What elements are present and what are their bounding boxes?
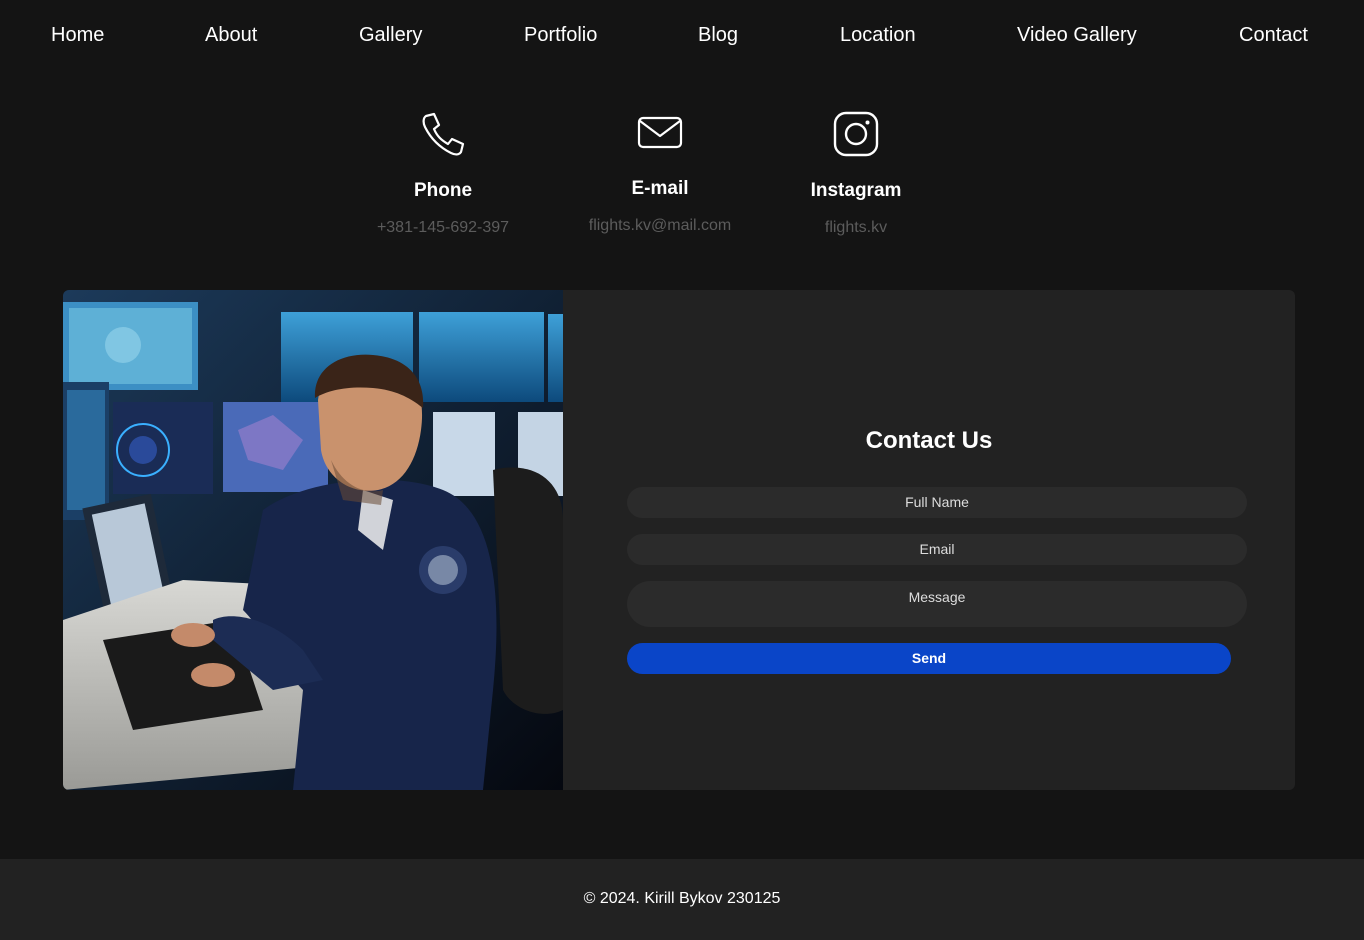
- nav-link-home[interactable]: Home: [51, 23, 104, 47]
- contact-panel: Contact Us Send: [63, 290, 1295, 790]
- nav-link-gallery[interactable]: Gallery: [359, 23, 422, 47]
- send-button[interactable]: Send: [627, 643, 1231, 674]
- nav-link-blog[interactable]: Blog: [698, 23, 738, 47]
- instagram-value: flights.kv: [824, 219, 888, 236]
- envelope-icon: [637, 116, 683, 149]
- footer: © 2024. Kirill Bykov 230125: [0, 859, 1364, 940]
- nav-link-video-gallery[interactable]: Video Gallery: [1017, 23, 1137, 47]
- footer-copyright: © 2024. Kirill Bykov 230125: [583, 890, 781, 907]
- top-nav: Home About Gallery Portfolio Blog Locati…: [0, 0, 1364, 70]
- message-textarea[interactable]: [627, 581, 1247, 627]
- nav-link-contact[interactable]: Contact: [1239, 23, 1308, 47]
- email-input[interactable]: [627, 534, 1247, 565]
- nav-link-about[interactable]: About: [205, 23, 257, 47]
- email-card: E-mail flights.kv@mail.com: [560, 108, 760, 236]
- form-title: Contact Us: [865, 427, 993, 454]
- full-name-input[interactable]: [627, 487, 1247, 518]
- contact-form: Contact Us Send: [563, 290, 1295, 790]
- phone-value: +381-145-692-397: [376, 219, 510, 236]
- instagram-title: Instagram: [810, 180, 902, 201]
- email-title: E-mail: [631, 178, 689, 199]
- email-value: flights.kv@mail.com: [588, 217, 732, 234]
- operator-illustration: [63, 290, 563, 790]
- nav-link-location[interactable]: Location: [840, 23, 916, 47]
- instagram-card: Instagram flights.kv: [756, 110, 956, 238]
- phone-card: Phone +381-145-692-397: [343, 110, 543, 238]
- operator-photo: [63, 290, 563, 790]
- phone-title: Phone: [413, 180, 473, 201]
- nav-link-portfolio[interactable]: Portfolio: [524, 23, 597, 47]
- phone-icon: [422, 112, 465, 156]
- instagram-icon: [833, 111, 879, 157]
- contact-page: Home About Gallery Portfolio Blog Locati…: [0, 0, 1364, 940]
